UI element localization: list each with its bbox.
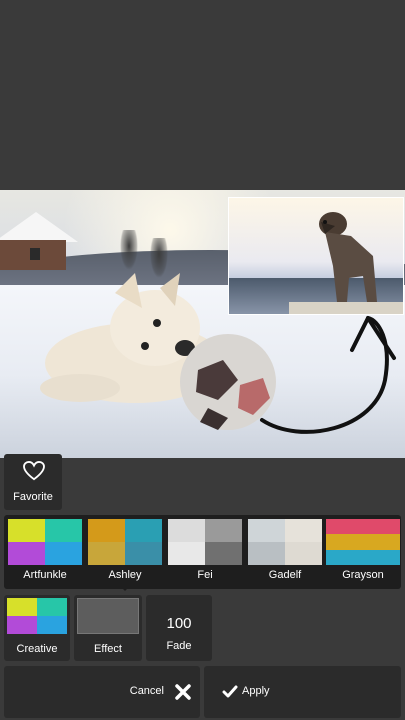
effect-button[interactable]: Effect xyxy=(74,595,142,661)
filter-label: Gadelf xyxy=(268,569,302,581)
favorite-button[interactable]: Favorite xyxy=(4,454,62,510)
check-icon xyxy=(222,685,238,698)
brown-dog-image xyxy=(319,212,377,302)
filter-label: Fei xyxy=(197,569,213,581)
filter-grayson[interactable]: Grayson xyxy=(326,519,400,585)
favorite-label: Favorite xyxy=(13,491,53,503)
filter-gadelf[interactable]: Gadelf xyxy=(248,519,322,585)
filter-fei[interactable]: Fei xyxy=(168,519,242,585)
cancel-button[interactable]: Cancel xyxy=(4,666,200,718)
filter-label: Ashley xyxy=(108,569,142,581)
filter-thumbnail xyxy=(168,519,242,565)
apply-button[interactable]: Apply xyxy=(204,666,401,718)
creative-label: Creative xyxy=(16,643,58,655)
effect-label: Effect xyxy=(94,643,122,655)
filter-thumbnail xyxy=(326,519,400,565)
filter-strip: Artfunkle Ashley Fei Gadelf Grayson xyxy=(4,515,401,591)
background-tree xyxy=(120,230,138,270)
heart-icon xyxy=(23,461,45,481)
close-icon xyxy=(175,684,191,700)
apply-label: Apply xyxy=(242,685,270,697)
creative-button[interactable]: Creative xyxy=(4,595,70,661)
filter-label: Grayson xyxy=(342,569,384,581)
inset-photo xyxy=(228,197,404,315)
soccer-ball-image xyxy=(180,334,276,430)
creative-thumbnail xyxy=(7,598,67,634)
fade-value: 100 xyxy=(166,615,192,632)
filter-ashley[interactable]: Ashley xyxy=(88,519,162,591)
filter-thumbnail xyxy=(8,519,82,565)
background-house xyxy=(0,212,78,272)
fade-label: Fade xyxy=(166,640,192,652)
fade-control[interactable]: 100 Fade xyxy=(146,595,212,661)
cancel-label: Cancel xyxy=(129,685,164,697)
filter-thumbnail xyxy=(88,519,162,565)
effect-swatch xyxy=(77,598,139,634)
filter-thumbnail xyxy=(248,519,322,565)
filter-artfunkle[interactable]: Artfunkle xyxy=(8,519,82,585)
action-bar: Cancel Apply xyxy=(4,666,401,718)
filter-label: Artfunkle xyxy=(23,569,67,581)
